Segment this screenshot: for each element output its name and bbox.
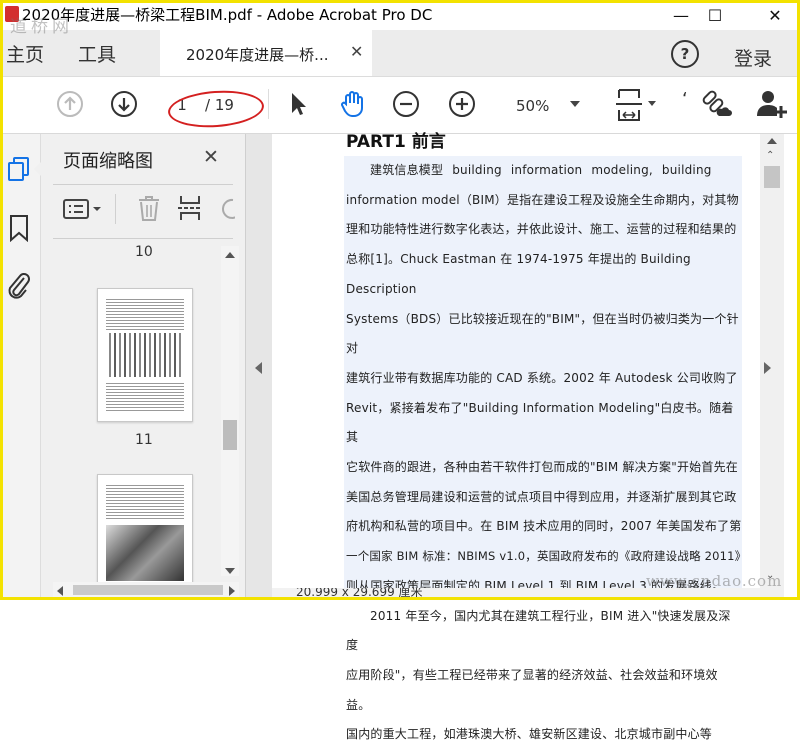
add-user-icon[interactable] — [754, 87, 790, 121]
tab-tools[interactable]: 工具 — [78, 40, 116, 67]
chevron-down-icon — [570, 101, 580, 107]
attachment-icon[interactable] — [6, 270, 32, 300]
zoom-out-icon[interactable] — [392, 90, 420, 118]
login-button[interactable]: 登录 — [734, 44, 772, 71]
text-line: 国内的重大工程，如港珠澳大桥、雄安新区建设、北京城市副中心等 — [346, 727, 713, 742]
thumb-figure — [106, 525, 184, 581]
thumbnails-panel: 页面缩略图 ✕ 10 11 — [41, 134, 246, 600]
panel-hscrollbar[interactable] — [53, 582, 239, 598]
thumb-text-block — [106, 483, 184, 519]
left-icon-rail — [0, 134, 41, 600]
title-bar: 2020年度进展—桥梁工程BIM.pdf - Adobe Acrobat Pro… — [0, 0, 800, 30]
panel-toolbar-divider — [115, 194, 116, 224]
text-line: Systems（BDS）已比较接近现在的"BIM"，但在当时仍被归类为一个针对 — [346, 311, 739, 356]
scroll-right-icon[interactable] — [229, 586, 235, 596]
help-icon[interactable]: ? — [671, 40, 699, 68]
tab-close-icon[interactable]: ✕ — [350, 42, 363, 61]
page-navigator-icon[interactable]: ⌃ — [766, 150, 774, 161]
panel-hscroll-thumb[interactable] — [73, 585, 223, 595]
help-glyph: ? — [680, 45, 690, 63]
close-window-button[interactable]: ✕ — [752, 0, 798, 30]
thumbnail-page-12[interactable] — [97, 474, 193, 586]
panel-close-icon[interactable]: ✕ — [203, 146, 219, 168]
watermark-bottom-right: www.cndao.com — [646, 572, 783, 590]
panel-title: 页面缩略图 — [63, 151, 153, 172]
thumb-figure — [106, 333, 184, 377]
scroll-left-icon[interactable] — [57, 586, 63, 596]
text-line: information model（BIM）是指在建设工程及设施全生命期内，对其… — [346, 192, 739, 207]
previous-page-icon[interactable] — [56, 90, 84, 118]
zoom-value: 50% — [516, 97, 550, 115]
window-title: 2020年度进展—桥梁工程BIM.pdf - Adobe Acrobat Pro… — [22, 6, 433, 24]
scroll-down-icon[interactable] — [225, 568, 235, 574]
scroll-up-icon[interactable] — [767, 138, 777, 144]
watermark-top-left: 道桥网 — [10, 17, 73, 37]
expand-right-panel-icon[interactable] — [764, 362, 771, 374]
page-thumbnails-icon[interactable] — [6, 156, 32, 182]
text-line: 它软件商的跟进，各种由若干软件打包而成的"BIM 解决方案"开始首先在 — [346, 460, 738, 475]
link-cloud-icon[interactable] — [698, 87, 734, 121]
extract-pages-icon[interactable] — [177, 194, 203, 222]
thumbnail-page-11[interactable] — [97, 288, 193, 422]
thumbnail-options-icon[interactable] — [63, 198, 103, 220]
page-fit-icon[interactable] — [614, 87, 644, 123]
zoom-dropdown[interactable]: 50% — [504, 91, 584, 119]
paragraph-1: 建筑信息模型 building information modeling, bu… — [346, 156, 747, 750]
tab-home[interactable]: 主页 — [6, 40, 44, 67]
bookmark-icon[interactable] — [8, 214, 30, 243]
text-line: 应用阶段"，有些工程已经带来了显著的经济效益、社会效益和环境效益。 — [346, 667, 718, 712]
thumb-text-block — [106, 297, 184, 331]
tab-document-label: 2020年度进展—桥... — [186, 46, 329, 64]
toolbar-divider — [268, 89, 269, 119]
scroll-up-icon[interactable] — [225, 252, 235, 258]
text-line: 2011 年至今，国内尤其在建筑工程行业，BIM 进入"快速发展及深度 — [346, 608, 731, 653]
panel-divider — [53, 184, 233, 185]
text-line: Revit，紧接着发布了"Building Information Modeli… — [346, 400, 734, 445]
maximize-button[interactable]: ☐ — [692, 0, 738, 30]
toolbar: 1 / 19 50% ‘ — [0, 77, 800, 134]
pdf-page: PART1 前言 建筑信息模型 building information mod… — [272, 132, 760, 741]
next-page-icon[interactable] — [110, 90, 138, 118]
document-scroll-thumb[interactable] — [764, 166, 780, 188]
hand-tool-icon[interactable] — [336, 87, 370, 121]
zoom-in-icon[interactable] — [448, 90, 476, 118]
annotation-circle — [166, 87, 266, 131]
collapse-panel-icon[interactable] — [255, 362, 262, 374]
text-line: 建筑信息模型 building information modeling, bu… — [370, 163, 712, 177]
rail-active-pointer — [34, 160, 43, 178]
text-line: 理和功能特性进行数字化表达，并依此设计、施工、运营的过程和结果的 — [346, 222, 737, 237]
thumbnail-page-label: 11 — [135, 432, 153, 448]
text-line: 总称[1]。Chuck Eastman 在 1974-1975 年提出的 Bui… — [346, 252, 691, 296]
panel-divider-2 — [53, 238, 233, 239]
text-line: 美国总务管理局建设和运营的试点项目中得到应用，并逐渐扩展到其它政 — [346, 489, 737, 504]
text-line: 建筑行业带有数据库功能的 CAD 系统。2002 年 Autodesk 公司收购… — [346, 370, 738, 385]
partial-quote-icon: ‘ — [682, 89, 688, 110]
thumb-text-block-2 — [106, 381, 184, 413]
trash-icon[interactable] — [137, 194, 161, 222]
rotate-icon[interactable] — [217, 196, 235, 220]
text-line: 府机构和私营的项目中。在 BIM 技术应用的同时，2007 年美国发布了第 — [346, 519, 742, 534]
page-fit-chevron-icon[interactable] — [648, 101, 656, 106]
tab-document[interactable]: 2020年度进展—桥... ✕ — [160, 30, 372, 76]
select-arrow-icon[interactable] — [284, 89, 312, 119]
text-line: 一个国家 BIM 标准：NBIMS v1.0，英国政府发布的《政府建设战略 20… — [346, 549, 747, 564]
page-size-label: 20.999 x 29.699 厘米 — [296, 588, 423, 599]
thumbnail-page-label: 10 — [135, 244, 153, 260]
section-heading: PART1 前言 — [346, 132, 446, 152]
panel-scrollbar[interactable] — [221, 246, 239, 576]
panel-scroll-thumb[interactable] — [223, 420, 237, 450]
